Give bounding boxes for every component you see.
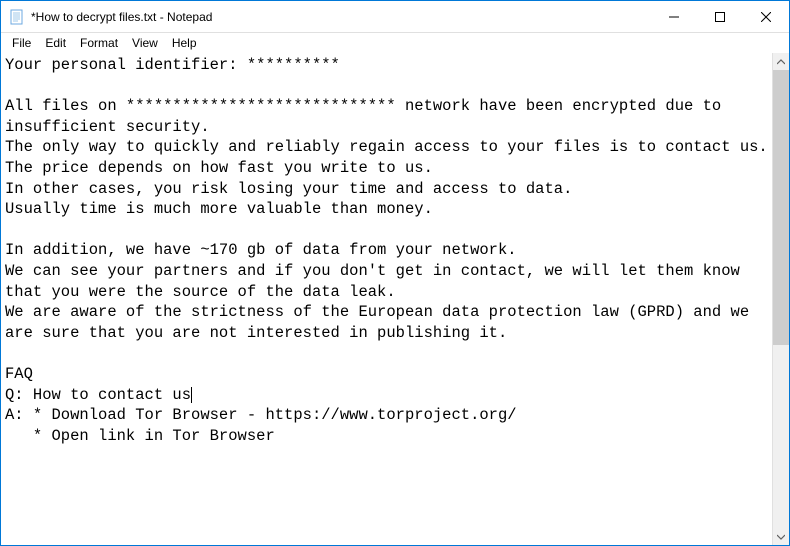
notepad-icon [9,9,25,25]
menu-view[interactable]: View [125,35,165,51]
window-controls [651,1,789,32]
close-button[interactable] [743,1,789,32]
menu-help[interactable]: Help [165,35,204,51]
scroll-thumb[interactable] [773,70,789,345]
text-caret [191,387,192,403]
text-editor[interactable]: Your personal identifier: ********** All… [1,53,772,545]
menu-file[interactable]: File [5,35,38,51]
document-text-before: Your personal identifier: ********** All… [5,56,768,404]
vertical-scrollbar[interactable] [772,53,789,545]
minimize-button[interactable] [651,1,697,32]
menubar: File Edit Format View Help [1,33,789,53]
menu-format[interactable]: Format [73,35,125,51]
document-text-after: A: * Download Tor Browser - https://www.… [5,406,517,445]
maximize-button[interactable] [697,1,743,32]
chevron-down-icon [777,533,785,541]
scroll-down-button[interactable] [773,528,789,545]
menu-edit[interactable]: Edit [38,35,73,51]
scroll-up-button[interactable] [773,53,789,70]
editor-container: Your personal identifier: ********** All… [1,53,789,545]
titlebar: *How to decrypt files.txt - Notepad [1,1,789,33]
chevron-up-icon [777,58,785,66]
maximize-icon [715,12,725,22]
scroll-track[interactable] [773,70,789,528]
close-icon [761,12,771,22]
minimize-icon [669,12,679,22]
window-title: *How to decrypt files.txt - Notepad [31,10,651,24]
